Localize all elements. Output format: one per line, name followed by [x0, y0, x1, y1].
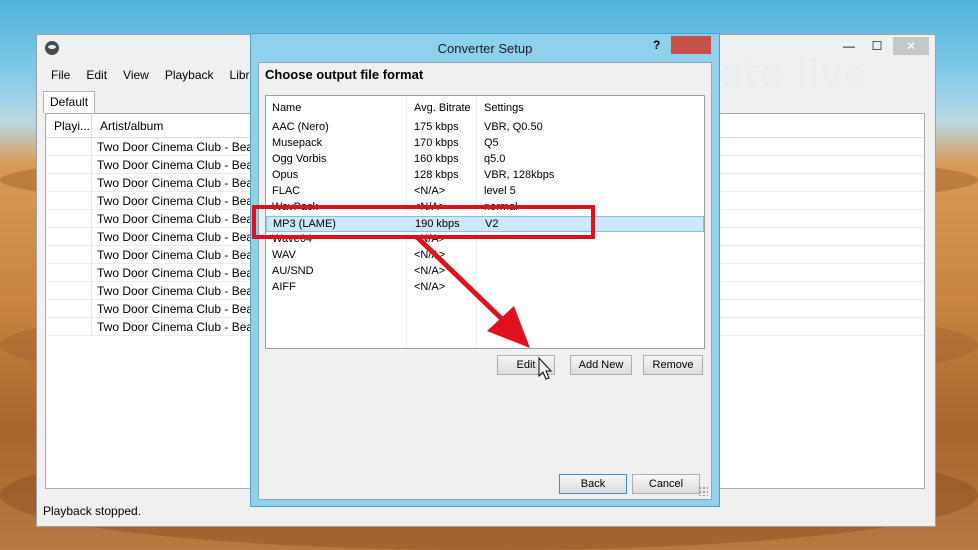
- format-name: WAV: [272, 249, 296, 261]
- format-bitrate: <N/A>: [414, 265, 446, 277]
- format-settings: level 5: [484, 185, 516, 197]
- playing-cell: [46, 282, 92, 299]
- add-new-button[interactable]: Add New: [570, 355, 632, 375]
- format-bitrate: <N/A>: [414, 249, 446, 261]
- playing-cell: [46, 174, 92, 191]
- back-button[interactable]: Back: [559, 474, 627, 494]
- format-bitrate: 170 kbps: [414, 137, 459, 149]
- format-bitrate: <N/A>: [414, 281, 446, 293]
- playing-cell: [46, 246, 92, 263]
- dialog-heading: Choose output file format: [265, 67, 424, 82]
- format-bitrate: 160 kbps: [414, 153, 459, 165]
- format-settings: q5.0: [484, 153, 506, 165]
- format-row[interactable]: Musepack 170 kbps Q5: [266, 136, 704, 152]
- format-name: Musepack: [272, 137, 323, 149]
- format-bitrate: 175 kbps: [414, 121, 459, 133]
- artist-album-cell: Two Door Cinema Club - Beaco: [97, 230, 266, 244]
- format-row[interactable]: AIFF <N/A>: [266, 280, 704, 296]
- resize-grip-icon[interactable]: [698, 486, 708, 496]
- maximize-button[interactable]: ☐: [865, 37, 889, 55]
- artist-album-cell: Two Door Cinema Club - Beaco: [97, 194, 266, 208]
- menu-playback[interactable]: Playback: [157, 65, 222, 87]
- playing-cell: [46, 264, 92, 281]
- artist-album-cell: Two Door Cinema Club - Beaco: [97, 320, 266, 334]
- help-button[interactable]: ?: [653, 38, 660, 52]
- format-list-header: Name Avg. Bitrate Settings: [266, 96, 704, 120]
- artist-album-cell: Two Door Cinema Club - Beaco: [97, 176, 266, 190]
- menu-view[interactable]: View: [115, 65, 157, 87]
- playing-cell: [46, 210, 92, 227]
- dialog-title: Converter Setup: [437, 41, 533, 56]
- watermark-logo: pete live: [694, 52, 868, 96]
- playing-cell: [46, 318, 92, 335]
- format-row[interactable]: FLAC <N/A> level 5: [266, 184, 704, 200]
- artist-album-cell: Two Door Cinema Club - Beaco: [97, 266, 266, 280]
- format-name: AIFF: [272, 281, 296, 293]
- converter-setup-dialog: Converter Setup ? Choose output file for…: [250, 33, 720, 507]
- playing-cell: [46, 138, 92, 155]
- format-settings: Q5: [484, 137, 499, 149]
- dialog-body: Choose output file format Name Avg. Bitr…: [258, 62, 712, 500]
- menu-bar: File Edit View Playback Librar: [43, 65, 268, 87]
- menu-file[interactable]: File: [43, 65, 78, 87]
- playing-cell: [46, 192, 92, 209]
- column-header-name[interactable]: Name: [272, 102, 301, 114]
- artist-album-cell: Two Door Cinema Club - Beaco: [97, 302, 266, 316]
- column-header-playing[interactable]: Playi...: [46, 114, 92, 137]
- selection-highlight-box: [252, 205, 595, 239]
- format-settings: VBR, 128kbps: [484, 169, 555, 181]
- remove-button[interactable]: Remove: [643, 355, 703, 375]
- format-name: AU/SND: [272, 265, 314, 277]
- format-row[interactable]: WAV <N/A>: [266, 248, 704, 264]
- format-row[interactable]: AU/SND <N/A>: [266, 264, 704, 280]
- format-row[interactable]: AAC (Nero) 175 kbps VBR, Q0.50: [266, 120, 704, 136]
- dialog-close-button[interactable]: [671, 36, 711, 54]
- format-name: FLAC: [272, 185, 301, 197]
- cancel-button[interactable]: Cancel: [632, 474, 700, 494]
- format-bitrate: <N/A>: [414, 185, 446, 197]
- edit-button[interactable]: Edit: [497, 355, 555, 375]
- playing-cell: [46, 156, 92, 173]
- playing-cell: [46, 300, 92, 317]
- app-icon: [45, 41, 59, 55]
- artist-album-cell: Two Door Cinema Club - Beaco: [97, 212, 266, 226]
- artist-album-cell: Two Door Cinema Club - Beaco: [97, 140, 266, 154]
- format-settings: VBR, Q0.50: [484, 121, 543, 133]
- format-name: Opus: [272, 169, 299, 181]
- column-header-settings[interactable]: Settings: [484, 102, 524, 114]
- artist-album-cell: Two Door Cinema Club - Beaco: [97, 284, 266, 298]
- format-name: Ogg Vorbis: [272, 153, 327, 165]
- format-bitrate: 128 kbps: [414, 169, 459, 181]
- column-header-artist-album[interactable]: Artist/album: [92, 114, 169, 137]
- artist-album-cell: Two Door Cinema Club - Beaco: [97, 248, 266, 262]
- menu-edit[interactable]: Edit: [78, 65, 115, 87]
- playing-cell: [46, 228, 92, 245]
- column-header-bitrate[interactable]: Avg. Bitrate: [414, 102, 471, 114]
- format-row[interactable]: Opus 128 kbps VBR, 128kbps: [266, 168, 704, 184]
- format-name: AAC (Nero): [272, 121, 329, 133]
- close-button[interactable]: ✕: [893, 37, 929, 55]
- format-row[interactable]: Ogg Vorbis 160 kbps q5.0: [266, 152, 704, 168]
- artist-album-cell: Two Door Cinema Club - Beaco: [97, 158, 266, 172]
- status-bar: Playback stopped.: [43, 504, 142, 518]
- tab-default[interactable]: Default: [43, 91, 96, 113]
